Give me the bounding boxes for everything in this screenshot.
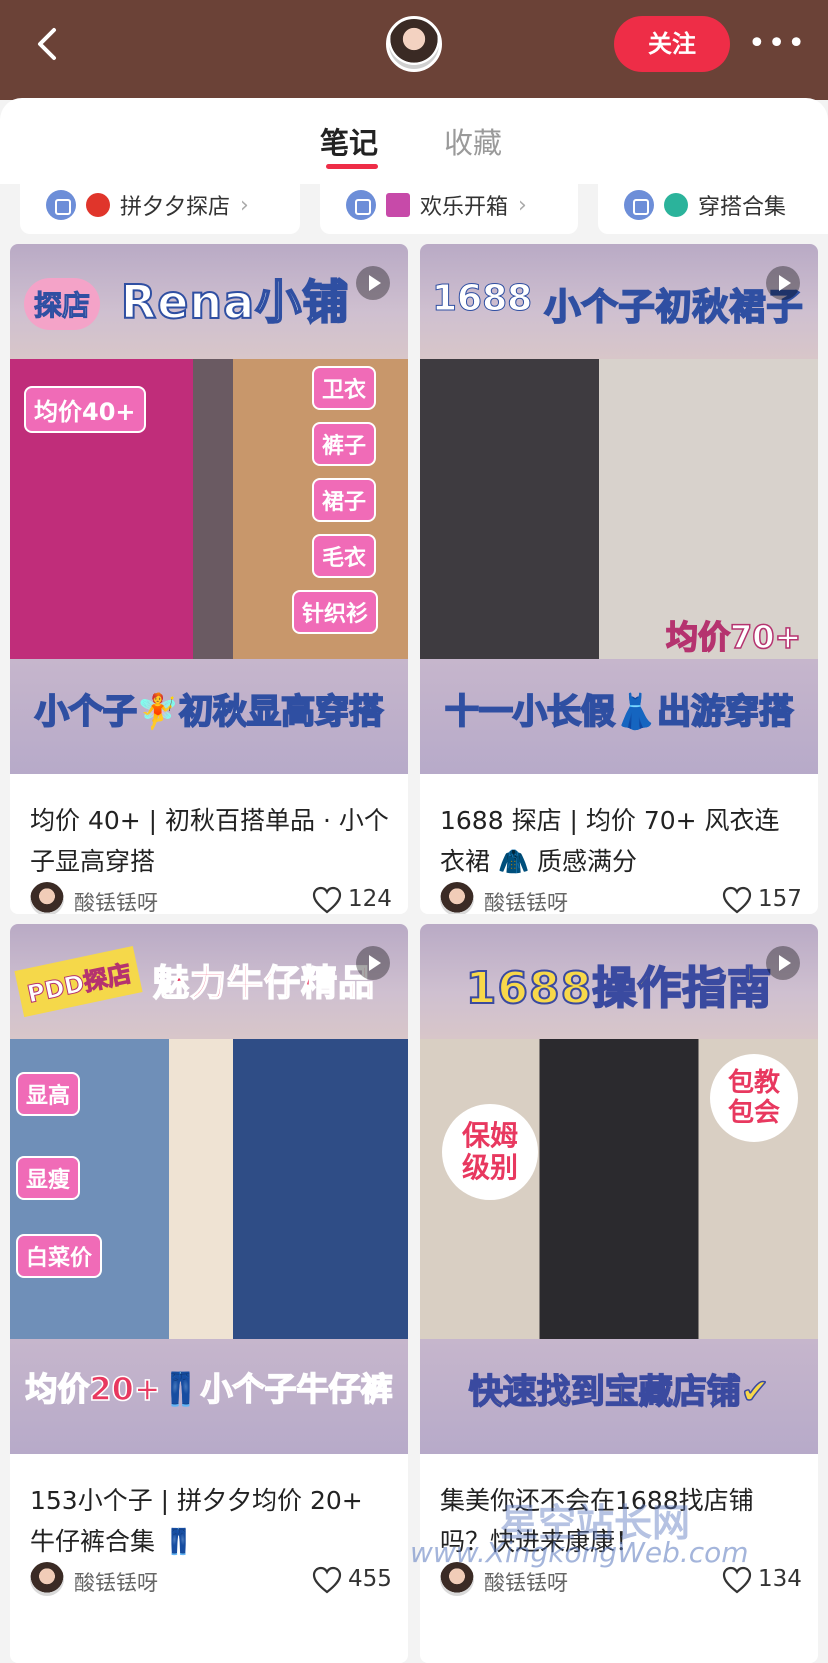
gift-box-icon bbox=[386, 193, 410, 217]
tab-favorites[interactable]: 收藏 bbox=[444, 120, 502, 162]
top-bar: 关注 ••• bbox=[0, 0, 828, 100]
cover-tag: 显瘦 bbox=[16, 1156, 81, 1200]
like-heart-icon[interactable] bbox=[312, 886, 342, 914]
apple-icon bbox=[86, 193, 110, 217]
cover-tag: 裙子 bbox=[312, 478, 377, 522]
cover-badge: 保姆级别 bbox=[442, 1104, 538, 1200]
collection-item[interactable]: 拼夕夕探店 › bbox=[20, 184, 300, 234]
like-count: 157 bbox=[758, 886, 802, 912]
cover-tag: 显高 bbox=[16, 1072, 81, 1116]
follow-button[interactable]: 关注 bbox=[614, 16, 730, 72]
tab-notes[interactable]: 笔记 bbox=[320, 120, 378, 162]
like-count: 134 bbox=[758, 1566, 802, 1592]
cover-title: 1688操作指南 bbox=[465, 962, 773, 1015]
video-play-icon bbox=[766, 946, 800, 980]
note-title: 1688 探店 | 均价 70+ 风衣连衣裙 🧥 质感满分 bbox=[440, 806, 780, 876]
collection-icon bbox=[624, 190, 654, 220]
profile-tabs: 笔记 收藏 bbox=[0, 98, 828, 184]
chevron-right-icon: › bbox=[518, 192, 527, 218]
note-card[interactable]: 探店 Rena小铺 均价40+ 卫衣 裤子 裙子 毛衣 针织衫 小个子🧚初秋显高… bbox=[10, 244, 408, 914]
cover-footer-text: 快速找到宝藏店铺✔ bbox=[468, 1371, 770, 1413]
note-meta: 酸铥铥呀 455 bbox=[30, 1560, 392, 1600]
note-title: 153小个子 | 拼夕夕均价 20+ 牛仔裤合集 👖 bbox=[30, 1486, 363, 1556]
cover-tag: 包教包会 bbox=[710, 1054, 798, 1142]
note-title: 均价 40+ | 初秋百搭单品 · 小个子显高穿搭 bbox=[30, 806, 389, 876]
note-cover: PDD探店 魅力牛仔精品 显高 显瘦 白菜价 均价20+👖小个子牛仔裤 bbox=[10, 924, 408, 1454]
author-avatar[interactable] bbox=[440, 882, 474, 914]
cover-tag: 均价40+ bbox=[24, 386, 146, 433]
note-meta: 酸铥铥呀 157 bbox=[440, 880, 802, 914]
cover-title: Rena小铺 bbox=[120, 274, 350, 330]
chevron-right-icon: › bbox=[240, 192, 249, 218]
like-heart-icon[interactable] bbox=[312, 1566, 342, 1594]
note-cover: 探店 Rena小铺 均价40+ 卫衣 裤子 裙子 毛衣 针织衫 小个子🧚初秋显高… bbox=[10, 244, 408, 774]
video-play-icon bbox=[356, 266, 390, 300]
back-arrow-icon[interactable] bbox=[28, 22, 72, 66]
collection-item[interactable]: 穿搭合集 bbox=[598, 184, 828, 234]
note-card[interactable]: 1688 小个子初秋裙子 均价70+ 十一小长假👗出游穿搭 1688 探店 | … bbox=[420, 244, 818, 914]
dress-icon bbox=[664, 193, 688, 217]
cover-footer-text: 均价20+👖小个子牛仔裤 bbox=[25, 1369, 394, 1409]
watermark-url: www.XingkongWeb.com bbox=[410, 1536, 749, 1569]
cover-tag: 针织衫 bbox=[292, 590, 379, 634]
collection-item[interactable]: 欢乐开箱 › bbox=[320, 184, 578, 234]
collection-label: 欢乐开箱 bbox=[420, 195, 509, 220]
like-heart-icon[interactable] bbox=[722, 886, 752, 914]
collection-label: 穿搭合集 bbox=[698, 195, 787, 220]
author-name[interactable]: 酸铥铥呀 bbox=[484, 887, 568, 914]
author-name[interactable]: 酸铥铥呀 bbox=[74, 1567, 158, 1597]
collection-icon bbox=[346, 190, 376, 220]
author-name[interactable]: 酸铥铥呀 bbox=[484, 1567, 568, 1597]
active-tab-indicator bbox=[326, 164, 378, 169]
video-play-icon bbox=[356, 946, 390, 980]
more-options-icon[interactable]: ••• bbox=[748, 22, 805, 66]
like-count: 455 bbox=[348, 1566, 392, 1592]
cover-footer-text: 十一小长假👗出游穿搭 bbox=[444, 691, 794, 733]
cover-footer-text: 小个子🧚初秋显高穿搭 bbox=[34, 691, 384, 733]
author-avatar[interactable] bbox=[30, 1562, 64, 1596]
like-heart-icon[interactable] bbox=[722, 1566, 752, 1594]
note-card[interactable]: PDD探店 魅力牛仔精品 显高 显瘦 白菜价 均价20+👖小个子牛仔裤 153小… bbox=[10, 924, 408, 1663]
collections-row: 拼夕夕探店 › 欢乐开箱 › 穿搭合集 bbox=[0, 184, 828, 236]
profile-avatar[interactable] bbox=[386, 16, 442, 72]
cover-tag: 卫衣 bbox=[312, 366, 377, 410]
author-avatar[interactable] bbox=[30, 882, 64, 914]
note-meta: 酸铥铥呀 124 bbox=[30, 880, 392, 914]
author-name[interactable]: 酸铥铥呀 bbox=[74, 887, 158, 914]
collection-icon bbox=[46, 190, 76, 220]
video-play-icon bbox=[766, 266, 800, 300]
note-cover: 1688 小个子初秋裙子 均价70+ 十一小长假👗出游穿搭 bbox=[420, 244, 818, 774]
note-cover: 1688操作指南 保姆级别 包教包会 快速找到宝藏店铺✔ bbox=[420, 924, 818, 1454]
cover-tag: 毛衣 bbox=[312, 534, 377, 578]
cover-tag: 裤子 bbox=[312, 422, 377, 466]
cover-tag: 白菜价 bbox=[16, 1234, 103, 1278]
like-count: 124 bbox=[348, 886, 392, 912]
collection-label: 拼夕夕探店 bbox=[120, 195, 231, 220]
cover-tag: 均价70+ bbox=[665, 617, 802, 657]
cover-badge: 1688 bbox=[431, 278, 533, 320]
